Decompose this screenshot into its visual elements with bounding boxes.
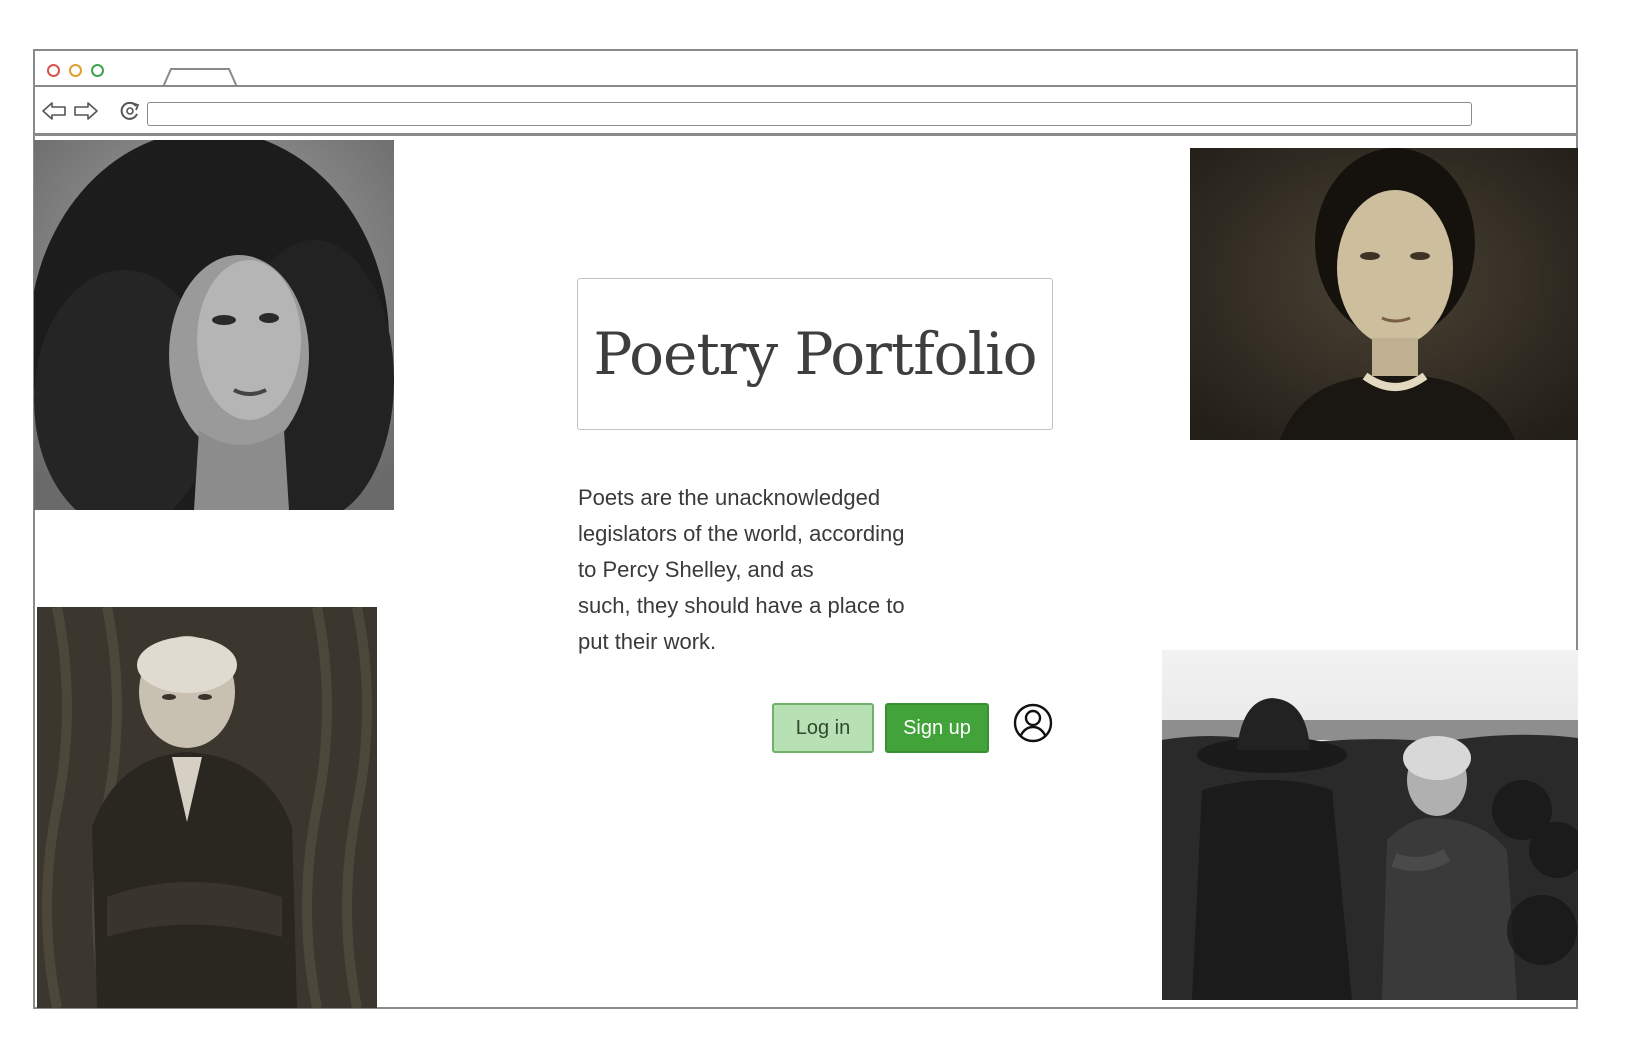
- description-line: Poets are the unacknowledged: [578, 485, 881, 510]
- portrait-victorian-woman: [1190, 148, 1578, 440]
- maximize-window-button[interactable]: [91, 64, 104, 77]
- close-window-button[interactable]: [47, 64, 60, 77]
- minimize-window-button[interactable]: [69, 64, 82, 77]
- forward-arrow-icon[interactable]: [73, 99, 99, 123]
- hero-description: Poets are the unacknowledged legislators…: [578, 480, 958, 660]
- user-circle-icon[interactable]: [1013, 703, 1053, 743]
- page-title: Poetry Portfolio: [593, 320, 1037, 388]
- browser-tab[interactable]: [163, 67, 237, 87]
- description-line: put their work.: [578, 629, 717, 654]
- login-button[interactable]: Log in: [772, 703, 874, 753]
- title-bar: [35, 51, 1576, 87]
- signup-button[interactable]: Sign up: [885, 703, 989, 753]
- portrait-curly-hair-woman: [34, 140, 394, 510]
- back-arrow-icon[interactable]: [41, 99, 67, 123]
- photo-man-with-hat-on-rocks: [1162, 650, 1578, 1000]
- hero-title-box: Poetry Portfolio: [577, 278, 1053, 430]
- portrait-engraved-man: [37, 607, 377, 1008]
- description-line: to Percy Shelley, and as: [578, 557, 814, 582]
- browser-toolbar: [35, 87, 1576, 136]
- description-line: such, they should have a place to: [578, 593, 905, 618]
- address-bar[interactable]: [147, 102, 1472, 126]
- description-line: legislators of the world, according: [578, 521, 905, 546]
- reload-icon[interactable]: [117, 99, 143, 123]
